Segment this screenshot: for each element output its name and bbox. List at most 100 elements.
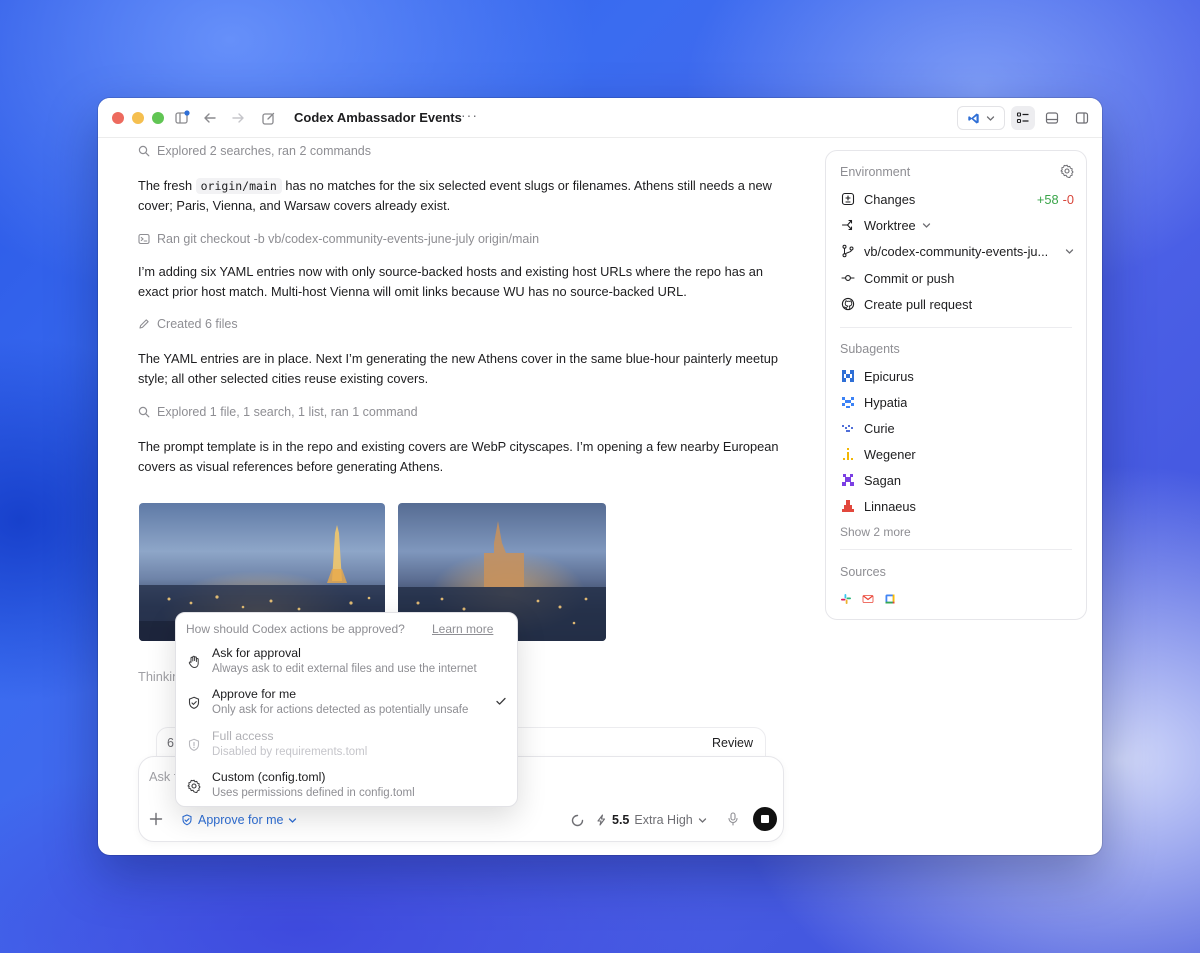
- composer-input[interactable]: Ask f: [149, 769, 177, 784]
- worktree-label: Worktree: [864, 217, 916, 233]
- pull-request-label: Create pull request: [864, 296, 973, 312]
- epicurus-avatar-icon: [840, 368, 856, 384]
- chevron-down-icon: [1065, 248, 1074, 254]
- subagent-item[interactable]: Hypatia: [840, 392, 1074, 412]
- environment-heading: Environment: [840, 165, 911, 179]
- chevron-down-icon: [922, 222, 930, 228]
- option-approve-for-me[interactable]: Approve for me Only ask for actions dete…: [176, 684, 519, 724]
- vscode-icon: [968, 113, 979, 123]
- option-title: Full access: [212, 729, 274, 743]
- commit-row[interactable]: Commit or push: [840, 268, 1074, 288]
- lines-removed: -0: [1062, 191, 1074, 207]
- divider: [840, 549, 1072, 550]
- model-version: 5.5: [612, 813, 630, 827]
- divider: [840, 327, 1072, 328]
- show-more-subagents-link[interactable]: Show 2 more: [840, 525, 911, 539]
- activity-text: Explored 2 searches, ran 2 commands: [157, 144, 371, 158]
- subagent-name: Wegener: [864, 446, 916, 462]
- stop-generation-button[interactable]: [753, 807, 777, 831]
- gear-icon[interactable]: [1060, 164, 1074, 183]
- option-subtitle: Only ask for actions detected as potenti…: [212, 704, 469, 716]
- hand-icon: [186, 654, 202, 670]
- search-icon: [138, 145, 150, 157]
- forward-arrow-icon[interactable]: [228, 108, 248, 128]
- subagent-item[interactable]: Linnaeus: [840, 496, 1074, 516]
- wegener-avatar-icon: [840, 446, 856, 462]
- assistant-message: The YAML entries are in place. Next I’m …: [138, 351, 778, 386]
- gear-icon: [186, 778, 202, 794]
- gmail-icon[interactable]: [862, 592, 874, 610]
- approval-mode-menu: How should Codex actions be approved? Le…: [175, 612, 518, 807]
- subagent-item[interactable]: Wegener: [840, 444, 1074, 464]
- approval-mode-label: Approve for me: [198, 813, 284, 827]
- context-sidebar: Environment Changes +58-0 Worktree vb/c: [825, 150, 1087, 620]
- assistant-message: The fresh origin/main has no matches for…: [138, 176, 788, 216]
- subagents-heading: Subagents: [840, 342, 900, 356]
- learn-more-link[interactable]: Learn more: [432, 622, 493, 636]
- terminal-panel-toggle-icon[interactable]: [1040, 106, 1064, 130]
- activity-text: Created 6 files: [157, 317, 238, 331]
- more-options-icon[interactable]: ···: [461, 107, 478, 123]
- checkmark-icon: [495, 694, 507, 712]
- activity-summary[interactable]: Explored 1 file, 1 search, 1 list, ran 1…: [138, 405, 418, 419]
- activity-summary[interactable]: Explored 2 searches, ran 2 commands: [138, 144, 371, 158]
- activity-summary[interactable]: Ran git checkout -b vb/codex-community-e…: [138, 232, 539, 246]
- new-chat-icon[interactable]: [258, 108, 278, 128]
- terminal-icon: [138, 233, 150, 245]
- worktree-row[interactable]: Worktree: [840, 215, 1074, 235]
- loading-spinner-icon: [571, 814, 584, 832]
- option-title: Ask for approval: [212, 646, 301, 660]
- option-ask-for-approval[interactable]: Ask for approval Always ask to edit exte…: [176, 643, 519, 683]
- changes-label: Changes: [864, 191, 916, 207]
- diff-icon: [840, 191, 856, 207]
- add-attachment-button[interactable]: [149, 810, 163, 830]
- approval-mode-dropdown[interactable]: Approve for me: [181, 813, 297, 827]
- changes-row[interactable]: Changes +58 -0: [840, 189, 1074, 209]
- subagent-item[interactable]: Curie: [840, 418, 1074, 438]
- source-icons: [840, 592, 896, 610]
- subagent-name: Sagan: [864, 472, 902, 488]
- pull-request-row[interactable]: Create pull request: [840, 294, 1074, 314]
- microphone-icon[interactable]: [727, 812, 739, 831]
- inline-code: origin/main: [195, 178, 282, 194]
- assistant-message: I’m adding six YAML entries now with onl…: [138, 264, 764, 299]
- model-selector[interactable]: 5.5 Extra High: [596, 813, 707, 827]
- plus-icon: [149, 812, 163, 826]
- google-calendar-icon[interactable]: [884, 592, 896, 610]
- close-window-button[interactable]: [112, 112, 124, 124]
- github-icon: [840, 296, 856, 312]
- option-subtitle: Disabled by requirements.toml: [212, 746, 368, 758]
- subagent-item[interactable]: Sagan: [840, 470, 1074, 490]
- pencil-icon: [139, 319, 149, 329]
- curie-avatar-icon: [840, 420, 856, 436]
- activity-summary[interactable]: Created 6 files: [138, 317, 238, 331]
- task-list-toggle-icon[interactable]: [1011, 106, 1035, 130]
- assistant-message: The prompt template is in the repo and e…: [138, 439, 779, 474]
- subagent-name: Hypatia: [864, 394, 908, 410]
- activity-text: Explored 1 file, 1 search, 1 list, ran 1…: [157, 405, 418, 419]
- option-custom-config[interactable]: Custom (config.toml) Uses permissions de…: [176, 767, 519, 807]
- worktree-icon: [840, 217, 856, 233]
- right-panel-toggle-icon[interactable]: [1070, 106, 1094, 130]
- hypatia-avatar-icon: [840, 394, 856, 410]
- title-bar: Codex Ambassador Events ···: [98, 98, 1102, 138]
- back-arrow-icon[interactable]: [200, 108, 220, 128]
- lightning-icon: [597, 814, 606, 826]
- shield-icon: [182, 814, 192, 826]
- chevron-down-icon: [986, 115, 995, 121]
- chevron-down-icon: [289, 817, 297, 823]
- message-text: The fresh: [138, 178, 196, 193]
- slack-icon[interactable]: [840, 592, 852, 610]
- subagent-item[interactable]: Epicurus: [840, 366, 1074, 386]
- subagent-name: Epicurus: [864, 368, 914, 384]
- minimize-window-button[interactable]: [132, 112, 144, 124]
- zoom-window-button[interactable]: [152, 112, 164, 124]
- option-title: Approve for me: [212, 687, 297, 701]
- shield-icon: [186, 695, 202, 711]
- sidebar-toggle-icon[interactable]: [172, 108, 192, 128]
- branch-row[interactable]: vb/codex-community-events-ju...: [840, 241, 1074, 261]
- review-button[interactable]: Review: [712, 736, 753, 750]
- lines-added: +58: [1036, 191, 1059, 207]
- alert-shield-icon: [186, 737, 202, 753]
- open-in-editor-button[interactable]: [957, 106, 1005, 130]
